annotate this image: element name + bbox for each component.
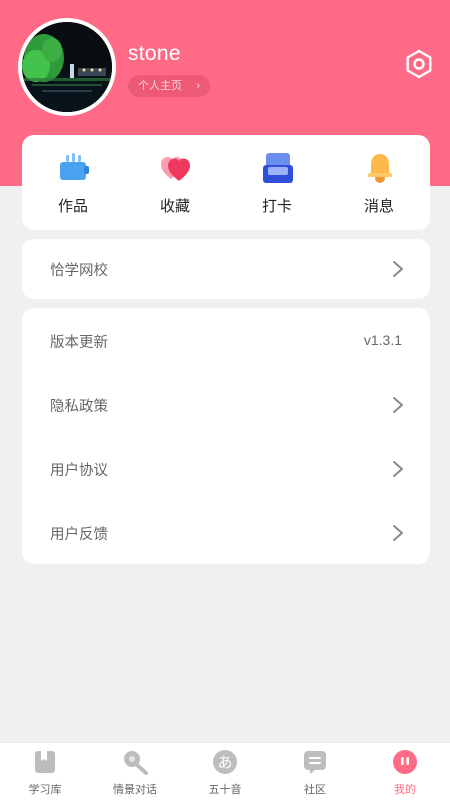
checkin-icon bbox=[263, 153, 293, 183]
heart-icon bbox=[161, 157, 190, 181]
chevron-right-icon bbox=[393, 461, 403, 477]
tab-label: 社区 bbox=[304, 784, 326, 796]
tab-label: 学习库 bbox=[28, 784, 62, 796]
quick-action-messages[interactable]: 消息 bbox=[328, 135, 430, 230]
quick-action-works[interactable]: 作品 bbox=[22, 135, 124, 230]
username: stone bbox=[128, 42, 181, 65]
microphone-icon bbox=[124, 751, 148, 775]
menu-item-feedback[interactable]: 用户反馈 bbox=[22, 503, 430, 563]
quick-action-label: 作品 bbox=[57, 198, 88, 215]
tab-dialogue[interactable]: 情景对话 bbox=[90, 743, 180, 801]
chat-icon bbox=[304, 751, 326, 774]
quick-actions-card: 作品 收藏 打卡 消息 bbox=[22, 135, 430, 230]
chevron-right-icon bbox=[393, 397, 403, 413]
profile-home-link[interactable]: 个人主页 › bbox=[128, 75, 210, 97]
school-card: 恰学网校 bbox=[22, 239, 430, 299]
tab-label: 五十音 bbox=[208, 784, 242, 796]
menu-item-label: 用户协议 bbox=[50, 463, 108, 479]
avatar-image bbox=[22, 22, 112, 112]
tab-label: 情景对话 bbox=[113, 784, 157, 796]
works-icon bbox=[60, 153, 89, 180]
chevron-right-icon bbox=[393, 261, 403, 277]
quick-action-label: 收藏 bbox=[159, 198, 190, 215]
svg-text:あ: あ bbox=[217, 754, 232, 772]
bell-icon bbox=[368, 154, 392, 183]
settings-hexagon-icon bbox=[406, 49, 432, 79]
menu-item-label: 恰学网校 bbox=[50, 263, 108, 279]
quick-action-label: 打卡 bbox=[261, 198, 292, 215]
tab-community[interactable]: 社区 bbox=[270, 743, 360, 801]
kana-icon: あ bbox=[213, 750, 237, 774]
settings-card: 版本更新 v1.3.1 隐私政策 用户协议 用户反馈 bbox=[22, 308, 430, 564]
tab-mine[interactable]: 我的 bbox=[360, 743, 450, 801]
settings-button[interactable] bbox=[404, 49, 434, 79]
quick-action-checkin[interactable]: 打卡 bbox=[226, 135, 328, 230]
book-icon bbox=[35, 751, 55, 773]
version-value: v1.3.1 bbox=[363, 332, 402, 348]
profile-home-label: 个人主页 bbox=[138, 80, 182, 92]
menu-item-privacy[interactable]: 隐私政策 bbox=[22, 375, 430, 435]
menu-item-label: 用户反馈 bbox=[50, 527, 108, 543]
tab-library[interactable]: 学习库 bbox=[0, 743, 90, 801]
menu-item-label: 版本更新 bbox=[50, 335, 108, 351]
menu-item-school[interactable]: 恰学网校 bbox=[22, 239, 430, 299]
menu-item-label: 隐私政策 bbox=[50, 399, 108, 415]
avatar[interactable] bbox=[18, 18, 116, 116]
chevron-right-icon: › bbox=[196, 80, 200, 92]
profile-icon bbox=[393, 750, 417, 774]
tab-kana[interactable]: あ 五十音 bbox=[180, 743, 270, 801]
bottom-tab-bar: 学习库 情景对话 あ 五十音 社区 我的 bbox=[0, 742, 450, 801]
tab-label: 我的 bbox=[394, 784, 416, 796]
quick-action-label: 消息 bbox=[363, 198, 394, 215]
menu-item-agreement[interactable]: 用户协议 bbox=[22, 439, 430, 499]
quick-action-favorites[interactable]: 收藏 bbox=[124, 135, 226, 230]
chevron-right-icon bbox=[393, 525, 403, 541]
menu-item-version[interactable]: 版本更新 v1.3.1 bbox=[22, 311, 430, 371]
